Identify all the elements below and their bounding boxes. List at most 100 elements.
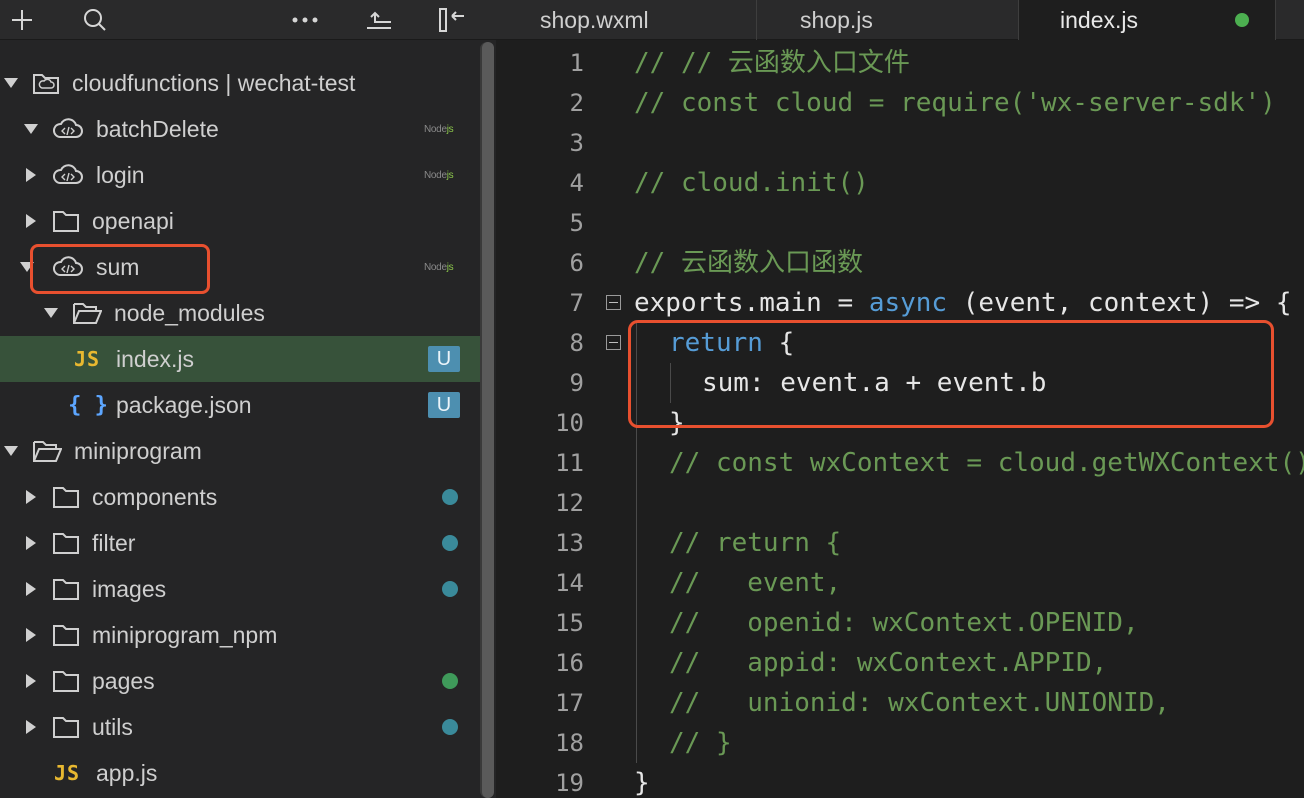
file-tree: cloudfunctions | wechat-test batchDelete… <box>0 60 480 796</box>
chevron-down-icon[interactable] <box>4 446 18 456</box>
chevron-right-icon[interactable] <box>26 168 36 182</box>
sidebar-scrollbar-thumb[interactable] <box>482 42 494 798</box>
folder-icon <box>52 209 80 233</box>
tab-shop-js[interactable]: shop.js <box>757 0 1017 40</box>
line-number: 14 <box>555 569 584 597</box>
tree-item-package-json[interactable]: { } package.json U <box>0 382 480 428</box>
split-pane-icon[interactable] <box>436 0 470 40</box>
chevron-right-icon[interactable] <box>26 214 36 228</box>
line-number: 19 <box>555 769 584 797</box>
tree-item-label: components <box>92 483 218 510</box>
tree-item-pages[interactable]: pages <box>0 658 480 704</box>
chevron-right-icon[interactable] <box>26 720 36 734</box>
modified-status-dot <box>442 535 458 551</box>
tree-item-label: login <box>96 161 145 188</box>
chevron-right-icon[interactable] <box>26 582 36 596</box>
fold-toggle-icon[interactable] <box>606 335 621 350</box>
more-dots-icon[interactable] <box>290 0 320 40</box>
nodejs-runtime-badge: Nodejs <box>424 169 454 181</box>
chevron-down-icon[interactable] <box>24 124 38 134</box>
line-number: 18 <box>555 729 584 757</box>
tree-item-components[interactable]: components <box>0 474 480 520</box>
tree-item-images[interactable]: images <box>0 566 480 612</box>
collapse-all-icon[interactable] <box>364 0 394 40</box>
tree-item-miniprogram[interactable]: miniprogram <box>0 428 480 474</box>
js-file-icon: JS <box>53 761 81 785</box>
line-number: 13 <box>555 529 584 557</box>
tree-item-cloudfunctions[interactable]: cloudfunctions | wechat-test <box>0 60 480 106</box>
code-line[interactable]: // const wxContext = cloud.getWXContext(… <box>669 443 1304 483</box>
folder-icon <box>52 623 80 647</box>
code-editor[interactable]: 1 // // 云函数入口文件 2 // const cloud = requi… <box>496 41 1304 798</box>
code-line[interactable]: // cloud.init() <box>634 163 869 203</box>
line-number: 1 <box>569 49 584 77</box>
modified-status-dot <box>442 719 458 735</box>
tree-item-utils[interactable]: utils <box>0 704 480 750</box>
tab-separator <box>1275 0 1276 40</box>
tab-shop-wxml[interactable]: shop.wxml <box>496 0 696 40</box>
js-file-icon: JS <box>73 347 101 371</box>
code-line[interactable]: // appid: wxContext.APPID, <box>669 643 1107 683</box>
folder-icon <box>52 577 80 601</box>
chevron-right-icon[interactable] <box>26 628 36 642</box>
tree-item-batchdelete[interactable]: batchDelete Nodejs <box>0 106 480 152</box>
modified-status-dot <box>442 489 458 505</box>
chevron-right-icon[interactable] <box>26 674 36 688</box>
line-number: 4 <box>569 169 584 197</box>
code-line[interactable]: // unionid: wxContext.UNIONID, <box>669 683 1170 723</box>
tree-item-label: images <box>92 575 167 602</box>
nodejs-runtime-badge: Nodejs <box>424 123 454 135</box>
code-line[interactable]: // event, <box>669 563 841 603</box>
chevron-down-icon[interactable] <box>4 78 18 88</box>
editor-tab-bar: shop.wxml shop.js index.js <box>496 0 1304 40</box>
tree-item-index-js[interactable]: JS index.js U <box>0 336 480 382</box>
tree-item-label: index.js <box>116 345 194 372</box>
line-number: 2 <box>569 89 584 117</box>
keyword-token: async <box>868 288 948 318</box>
line-number: 10 <box>555 409 584 437</box>
tree-item-app-js[interactable]: JS app.js <box>0 750 480 796</box>
code-line[interactable]: // return { <box>669 523 841 563</box>
code-line[interactable]: // // 云函数入口文件 <box>634 43 910 83</box>
chevron-right-icon[interactable] <box>26 490 36 504</box>
line-number: 9 <box>569 369 584 397</box>
code-line[interactable]: // } <box>669 723 732 763</box>
unsaved-status-dot <box>1235 13 1249 27</box>
tree-item-filter[interactable]: filter <box>0 520 480 566</box>
code-line[interactable]: // 云函数入口函数 <box>634 243 863 283</box>
tree-item-label: utils <box>92 713 133 740</box>
code-line[interactable]: // const cloud = require('wx-server-sdk'… <box>634 83 1276 123</box>
tree-item-label: miniprogram <box>74 437 202 464</box>
tree-item-label: batchDelete <box>96 115 219 142</box>
tree-item-label: filter <box>92 529 136 556</box>
search-icon[interactable] <box>80 0 110 40</box>
file-explorer: cloudfunctions | wechat-test batchDelete… <box>0 0 496 798</box>
tree-item-login[interactable]: login Nodejs <box>0 152 480 198</box>
tree-item-node-modules[interactable]: node_modules <box>0 290 480 336</box>
tree-item-openapi[interactable]: openapi <box>0 198 480 244</box>
tree-item-label: app.js <box>96 759 158 786</box>
tree-item-label: pages <box>92 667 155 694</box>
untracked-badge: U <box>428 392 460 418</box>
code-line[interactable]: exports.main = async (event, context) =>… <box>634 283 1291 323</box>
line-number: 7 <box>569 289 584 317</box>
tab-index-js[interactable]: index.js <box>1019 0 1275 40</box>
annotation-highlight-sum <box>30 244 210 294</box>
line-number: 6 <box>569 249 584 277</box>
folder-open-icon <box>32 439 62 463</box>
tree-item-label: openapi <box>92 207 174 234</box>
tree-item-miniprogram-npm[interactable]: miniprogram_npm <box>0 612 480 658</box>
annotation-highlight-return <box>628 320 1274 428</box>
fold-toggle-icon[interactable] <box>606 295 621 310</box>
folder-icon <box>52 531 80 555</box>
json-file-icon: { } <box>68 392 108 418</box>
chevron-right-icon[interactable] <box>26 536 36 550</box>
nodejs-runtime-badge: Nodejs <box>424 261 454 273</box>
code-line[interactable]: } <box>634 763 650 798</box>
chevron-down-icon[interactable] <box>44 308 58 318</box>
tree-item-label: miniprogram_npm <box>92 621 278 648</box>
tab-label: shop.js <box>800 6 873 33</box>
code-token: exports.main = <box>634 288 869 318</box>
code-line[interactable]: // openid: wxContext.OPENID, <box>669 603 1139 643</box>
plus-icon[interactable] <box>6 0 38 40</box>
